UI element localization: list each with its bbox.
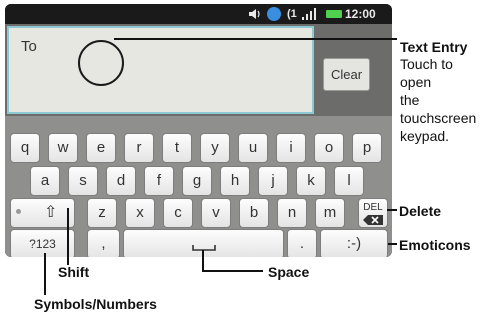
phone-screen: (1 12:00 To Clear qwertyuiop asdfghjkl ⇧…: [5, 4, 392, 257]
key-n[interactable]: n: [277, 198, 307, 228]
key-a[interactable]: a: [30, 166, 60, 196]
signal-icon: [301, 6, 317, 22]
clear-button[interactable]: Clear: [323, 58, 370, 91]
text-entry-description: Touch to open the touchscreen keypad.: [400, 55, 489, 145]
status-time: 12:00: [345, 7, 376, 21]
shift-arrow-icon: ⇧: [44, 204, 58, 221]
shift-leader-line: [67, 208, 69, 265]
key-j[interactable]: j: [258, 166, 288, 196]
key-k[interactable]: k: [296, 166, 326, 196]
key-b[interactable]: b: [239, 198, 269, 228]
globe-icon: [267, 7, 281, 21]
emoticons-leader-line: [388, 243, 397, 245]
key-t[interactable]: t: [162, 133, 192, 163]
key-s[interactable]: s: [68, 166, 98, 196]
backspace-icon: [363, 215, 383, 225]
key-g[interactable]: g: [182, 166, 212, 196]
key-x[interactable]: x: [125, 198, 155, 228]
shift-key[interactable]: ⇧: [10, 198, 75, 228]
key-h[interactable]: h: [220, 166, 250, 196]
key-l[interactable]: l: [334, 166, 364, 196]
space-leader-vertical: [202, 250, 204, 272]
shift-callout: Shift: [58, 264, 90, 280]
text-entry-line: open: [400, 74, 432, 90]
key-w[interactable]: w: [48, 133, 78, 163]
touchscreen-keypad: qwertyuiop asdfghjkl ⇧ zxcvbnm DEL ?123 …: [5, 116, 392, 257]
key-u[interactable]: u: [238, 133, 268, 163]
emoticon-key[interactable]: :-): [320, 229, 388, 257]
delete-leader-line: [387, 209, 397, 211]
key-i[interactable]: i: [276, 133, 306, 163]
key-m[interactable]: m: [315, 198, 345, 228]
key-f[interactable]: f: [144, 166, 174, 196]
key-e[interactable]: e: [86, 133, 116, 163]
delete-key[interactable]: DEL: [358, 198, 388, 228]
emoticons-callout: Emoticons: [399, 237, 471, 253]
symbols-key[interactable]: ?123: [10, 229, 75, 257]
key-p[interactable]: p: [352, 133, 382, 163]
shift-lock-indicator: [16, 209, 21, 214]
text-entry-line: keypad.: [400, 128, 450, 144]
key-o[interactable]: o: [314, 133, 344, 163]
key-c[interactable]: c: [163, 198, 193, 228]
key-r[interactable]: r: [124, 133, 154, 163]
battery-icon: [326, 10, 342, 18]
text-entry-leader-line: [114, 38, 397, 40]
key-z[interactable]: z: [87, 198, 117, 228]
key-q[interactable]: q: [10, 133, 40, 163]
period-key[interactable]: .: [287, 229, 317, 257]
to-label: To: [21, 38, 37, 55]
delete-callout: Delete: [399, 203, 442, 219]
text-entry-line: the: [400, 92, 420, 108]
space-leader-horizontal: [202, 270, 263, 272]
space-callout: Space: [268, 264, 310, 280]
status-bar: (1 12:00: [5, 4, 392, 24]
key-y[interactable]: y: [200, 133, 230, 163]
key-v[interactable]: v: [201, 198, 231, 228]
key-d[interactable]: d: [106, 166, 136, 196]
alarm-indicator: (1: [287, 8, 297, 20]
comma-key[interactable]: ,: [87, 229, 120, 257]
symbols-leader-line: [44, 253, 46, 295]
text-entry-line: touchscreen: [400, 110, 477, 126]
symbols-numbers-callout: Symbols/Numbers: [34, 296, 157, 312]
volume-icon: [247, 6, 263, 22]
touch-indicator-circle: [78, 40, 124, 86]
text-entry-line: Touch to: [400, 56, 453, 72]
delete-label: DEL: [363, 202, 383, 213]
text-entry-title: Text Entry: [400, 39, 468, 55]
